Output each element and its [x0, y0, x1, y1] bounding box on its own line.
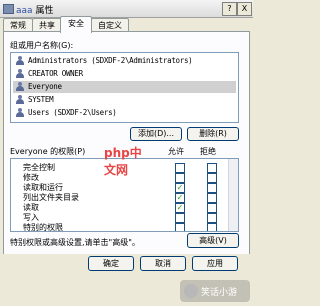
user-group-icon — [15, 82, 25, 92]
php-watermark-logo: php中文网 — [104, 144, 144, 177]
corner-watermark: 笑话小游 — [180, 280, 250, 302]
group-users-label: 组或用户名称(G): — [10, 41, 74, 50]
php-watermark-text: php中文网 — [104, 146, 142, 177]
list-item-label: Users (SDXDF-2\Users) — [28, 108, 117, 117]
advanced-hint: 特别权限或高级设置,请单击"高级"。 — [10, 238, 140, 247]
folder-icon — [3, 4, 14, 14]
list-item[interactable]: Users (SDXDF-2\Users) — [13, 107, 236, 119]
permissions-label: Everyone 的权限(P) — [10, 147, 86, 156]
window-title-text: 属性 — [35, 6, 54, 16]
list-item-label: SYSTEM — [28, 95, 54, 104]
close-button[interactable]: X — [237, 2, 252, 16]
apply-button[interactable]: 应用 — [192, 256, 238, 271]
user-group-icon — [15, 69, 25, 79]
group-users-list[interactable]: Administrators (SDXDF-2\Administrators) … — [10, 52, 239, 123]
permissions-scrollbar[interactable] — [228, 159, 238, 231]
tab-general[interactable]: 常规 — [3, 18, 33, 32]
cancel-button[interactable]: 取消 — [140, 256, 186, 271]
user-group-icon — [15, 56, 25, 66]
corner-watermark-text: 笑话小游 — [201, 288, 238, 298]
list-item[interactable]: Administrators (SDXDF-2\Administrators) — [13, 55, 236, 67]
remove-button[interactable]: 删除(R) — [187, 127, 239, 141]
ok-button[interactable]: 确定 — [88, 256, 134, 271]
list-item-label: CREATOR OWNER — [28, 69, 83, 78]
tab-customize[interactable]: 自定义 — [91, 18, 129, 32]
deny-checkbox[interactable] — [207, 223, 217, 231]
list-item[interactable]: SYSTEM — [13, 94, 236, 106]
window-title-prefix: aaa — [16, 6, 33, 16]
window-title: aaa 属性 — [16, 3, 54, 16]
advanced-button[interactable]: 高级(V) — [187, 233, 239, 248]
list-item-label: Administrators (SDXDF-2\Administrators) — [28, 56, 193, 65]
tab-security[interactable]: 安全 — [60, 16, 92, 33]
add-button[interactable]: 添加(D)... — [130, 127, 182, 141]
list-item[interactable]: Everyone — [13, 81, 236, 93]
allow-checkbox[interactable] — [175, 223, 185, 231]
user-group-icon — [15, 95, 25, 105]
deny-column-header: 拒绝 — [200, 147, 216, 156]
allow-column-header: 允许 — [168, 147, 184, 156]
list-item[interactable]: CREATOR OWNER — [13, 68, 236, 80]
list-item-label: Everyone — [28, 82, 62, 91]
user-group-icon — [15, 108, 25, 118]
permission-name: 特别的权限 — [23, 223, 63, 232]
help-button[interactable]: ? — [222, 2, 237, 16]
tab-sharing[interactable]: 共享 — [32, 18, 62, 32]
dialog-footer: 确定 取消 应用 笑话小游 — [0, 254, 253, 306]
wechat-logo-icon — [184, 284, 198, 298]
title-bar: aaa 属性 ? X — [0, 0, 253, 18]
table-row: 特别的权限 — [11, 221, 238, 232]
